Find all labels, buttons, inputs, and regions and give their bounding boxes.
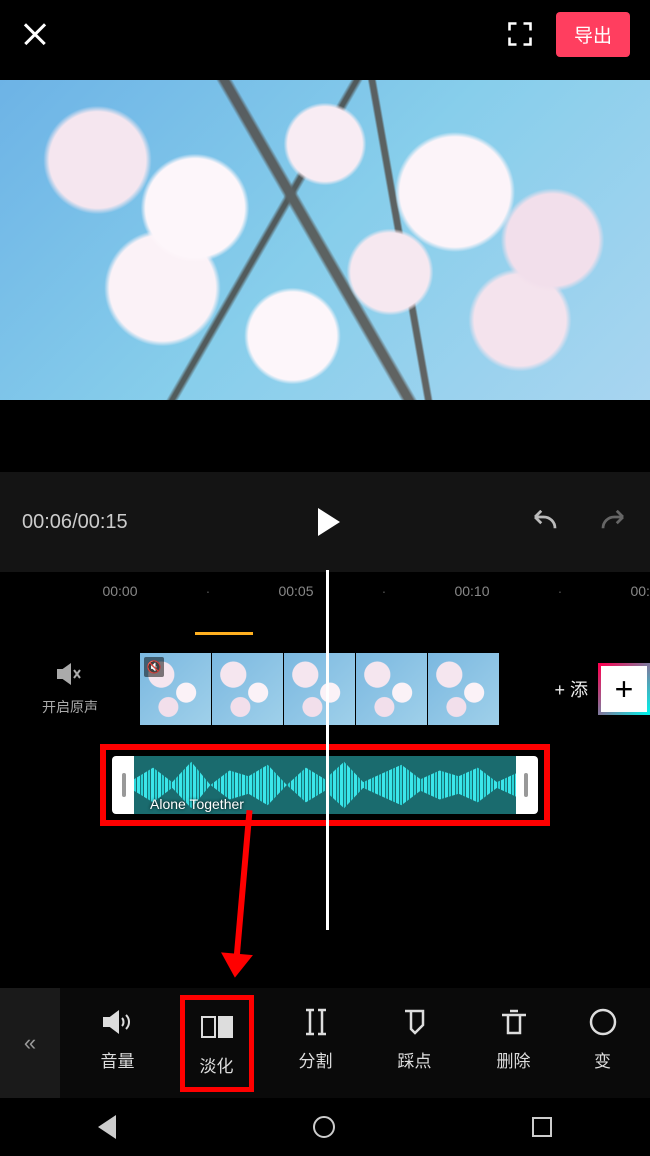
header-actions: 导出 [506, 12, 630, 57]
clip-mute-icon: 🔇 [144, 657, 164, 677]
audio-track-name: Alone Together [150, 796, 244, 812]
video-clip[interactable] [428, 653, 500, 725]
tool-speed[interactable]: 变 [576, 995, 630, 1092]
bottom-toolbar: « 音量 淡化 分割 踩点 [0, 988, 650, 1098]
timeline-area: 开启原声 🔇 + 添 + Alone Together [0, 610, 650, 826]
tool-volume[interactable]: 音量 [81, 995, 155, 1092]
delete-icon [497, 1005, 531, 1039]
mute-label: 开启原声 [0, 697, 140, 717]
mute-icon [0, 662, 140, 693]
tool-beat[interactable]: 踩点 [378, 995, 452, 1092]
volume-icon [101, 1005, 135, 1039]
export-button[interactable]: 导出 [556, 12, 630, 57]
original-sound-toggle[interactable]: 开启原声 [0, 662, 140, 717]
ruler-mark: 00:10 [452, 583, 492, 599]
video-preview[interactable] [0, 80, 650, 400]
add-clip-section: + 添 + [554, 663, 650, 715]
timeline-ruler[interactable]: 00:00 · 00:05 · 00:10 · 00:15 [0, 572, 650, 610]
nav-back-button[interactable] [98, 1115, 116, 1139]
close-button[interactable] [20, 19, 50, 49]
video-clip[interactable] [212, 653, 284, 725]
add-label: + 添 [554, 676, 588, 702]
video-clip[interactable] [356, 653, 428, 725]
android-nav-bar [0, 1098, 650, 1156]
header-bar: 导出 [0, 0, 650, 68]
ruler-mark: 00:00 [100, 583, 140, 599]
nav-recent-button[interactable] [532, 1117, 552, 1137]
tool-delete[interactable]: 删除 [477, 995, 551, 1092]
beat-icon [398, 1005, 432, 1039]
fullscreen-icon[interactable] [506, 20, 534, 48]
audio-handle-left[interactable] [122, 773, 126, 797]
play-icon [318, 508, 340, 536]
undo-redo-group [530, 510, 628, 534]
video-clips[interactable]: 🔇 [140, 653, 500, 725]
time-display: 00:06/00:15 [22, 511, 128, 534]
transition-marker[interactable] [195, 632, 253, 635]
video-track-row: 开启原声 🔇 + 添 + [0, 650, 650, 728]
audio-handle-right[interactable] [524, 773, 528, 797]
undo-button[interactable] [530, 510, 560, 534]
audio-waveform[interactable]: Alone Together [134, 756, 516, 814]
fade-icon [200, 1010, 234, 1044]
ruler-mark: 00:05 [276, 583, 316, 599]
collapse-toolbar-button[interactable]: « [0, 988, 60, 1098]
split-icon [299, 1005, 333, 1039]
playhead[interactable] [326, 570, 329, 930]
play-button[interactable] [128, 508, 530, 536]
annotation-arrow [233, 810, 252, 960]
add-clip-button[interactable]: + [598, 663, 650, 715]
tool-items: 音量 淡化 分割 踩点 删除 [60, 995, 650, 1092]
nav-home-button[interactable] [313, 1116, 335, 1138]
ruler-mark: 00:15 [628, 583, 650, 599]
tool-split[interactable]: 分割 [279, 995, 353, 1092]
redo-button[interactable] [598, 510, 628, 534]
video-clip[interactable] [284, 653, 356, 725]
playback-controls: 00:06/00:15 [0, 472, 650, 572]
video-clip[interactable]: 🔇 [140, 653, 212, 725]
audio-track-highlight: Alone Together [100, 744, 550, 826]
audio-track[interactable]: Alone Together [112, 756, 538, 814]
speed-icon [586, 1005, 620, 1039]
tool-fade[interactable]: 淡化 [180, 995, 254, 1092]
